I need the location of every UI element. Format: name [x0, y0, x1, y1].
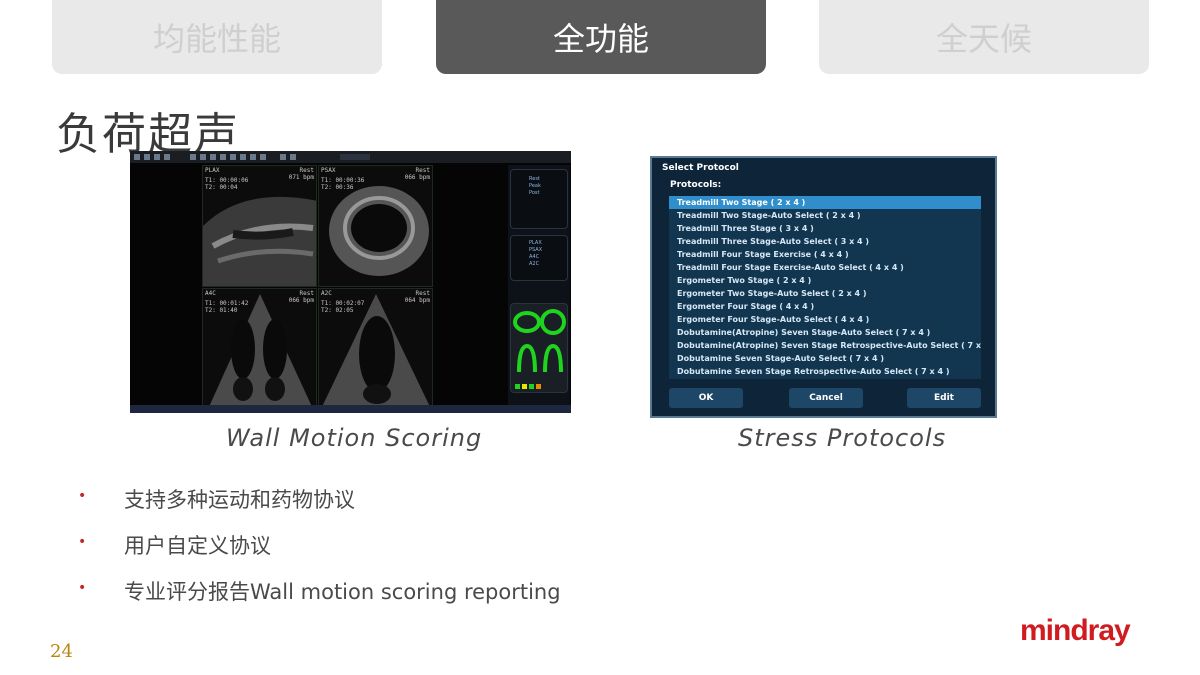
bullet-text: 专业评分报告Wall motion scoring reporting: [124, 580, 561, 604]
list-item: • 专业评分报告Wall motion scoring reporting: [78, 568, 561, 614]
protocol-item[interactable]: Ergometer Four Stage-Auto Select ( 4 x 4…: [669, 313, 981, 326]
view-label: A4C: [205, 290, 216, 297]
echo-pane-plax: PLAX T1: 00:00:06 T2: 00:04 Rest 071 bpm: [202, 165, 317, 287]
protocol-item[interactable]: Treadmill Two Stage ( 2 x 4 ): [669, 196, 981, 209]
bullet-text: 支持多种运动和药物协议: [124, 488, 355, 512]
tab-balanced-performance[interactable]: 均能性能: [52, 0, 382, 74]
stage-item[interactable]: Peak: [511, 183, 567, 190]
view-label: PSAX: [321, 167, 336, 174]
bullet-text: 用户自定义协议: [124, 534, 271, 558]
view-item[interactable]: A2C: [511, 261, 567, 268]
list-item: • 支持多种运动和药物协议: [78, 476, 561, 522]
edit-button[interactable]: Edit: [907, 388, 981, 408]
heart-rate: 066 bpm: [288, 297, 314, 304]
left-caption: Wall Motion Scoring: [226, 424, 483, 452]
ultrasound-toolbar: [130, 151, 571, 163]
ok-button[interactable]: OK: [669, 388, 743, 408]
protocols-label: Protocols:: [670, 180, 722, 190]
bullseye-panel: [510, 303, 568, 393]
heart-rate: 066 bpm: [404, 174, 430, 181]
timer-t2: T2: 00:36: [321, 184, 354, 191]
os-taskbar: [130, 405, 571, 413]
timer-t2: T2: 02:05: [321, 307, 354, 314]
protocol-item[interactable]: Dobutamine(Atropine) Seven Stage Retrosp…: [669, 339, 981, 352]
protocol-item[interactable]: Treadmill Three Stage ( 3 x 4 ): [669, 222, 981, 235]
protocol-item[interactable]: Dobutamine Seven Stage-Auto Select ( 7 x…: [669, 352, 981, 365]
timer-t1: T1: 00:00:36: [321, 177, 365, 184]
timer-t1: T1: 00:02:07: [321, 300, 365, 307]
protocol-item[interactable]: Treadmill Four Stage Exercise ( 4 x 4 ): [669, 248, 981, 261]
tab-label: 全功能: [552, 20, 649, 58]
echo-pane-a4c: A4C T1: 00:01:42 T2: 01:40 Rest 066 bpm: [202, 288, 317, 410]
bullet-icon: •: [78, 534, 87, 550]
heart-rate: 071 bpm: [288, 174, 314, 181]
bullet-icon: •: [78, 488, 87, 504]
stage-item[interactable]: Rest: [511, 176, 567, 183]
view-item[interactable]: PSAX: [511, 247, 567, 254]
bullet-icon: •: [78, 580, 87, 596]
stage-item[interactable]: Post: [511, 190, 567, 197]
wall-motion-screenshot: PLAX T1: 00:00:06 T2: 00:04 Rest 071 bpm…: [130, 151, 571, 413]
protocol-item[interactable]: Treadmill Three Stage-Auto Select ( 3 x …: [669, 235, 981, 248]
mindray-logo: mindray: [1020, 614, 1131, 647]
stage-label: Rest: [299, 290, 314, 297]
protocol-list[interactable]: Treadmill Two Stage ( 2 x 4 ) Treadmill …: [669, 196, 981, 379]
timer-t1: T1: 00:01:42: [205, 300, 249, 307]
wall-motion-side-panel: Rest Peak Post PLAX PSAX A4C A2C: [508, 165, 570, 411]
page-number: 24: [50, 641, 73, 662]
timer-t1: T1: 00:00:06: [205, 177, 249, 184]
tab-label: 全天候: [935, 20, 1032, 58]
heart-rate: 064 bpm: [404, 297, 430, 304]
stage-label: Rest: [415, 290, 430, 297]
stage-panel: Rest Peak Post: [510, 169, 568, 229]
timer-t2: T2: 00:04: [205, 184, 238, 191]
protocol-item[interactable]: Ergometer Four Stage ( 4 x 4 ): [669, 300, 981, 313]
tab-full-function[interactable]: 全功能: [436, 0, 766, 74]
cancel-button[interactable]: Cancel: [789, 388, 863, 408]
view-panel: PLAX PSAX A4C A2C: [510, 235, 568, 281]
feature-list: • 支持多种运动和药物协议 • 用户自定义协议 • 专业评分报告Wall mot…: [78, 476, 561, 614]
view-item[interactable]: PLAX: [511, 240, 567, 247]
protocol-item[interactable]: Ergometer Two Stage-Auto Select ( 2 x 4 …: [669, 287, 981, 300]
protocol-item[interactable]: Treadmill Four Stage Exercise-Auto Selec…: [669, 261, 981, 274]
segment-diagram-icon[interactable]: [511, 304, 569, 394]
dialog-title: Select Protocol: [662, 163, 739, 173]
timer-t2: T2: 01:40: [205, 307, 238, 314]
stage-label: Rest: [415, 167, 430, 174]
view-label: A2C: [321, 290, 332, 297]
right-caption: Stress Protocols: [738, 424, 947, 452]
echo-pane-a2c: A2C T1: 00:02:07 T2: 02:05 Rest 064 bpm: [318, 288, 433, 410]
tab-label: 均能性能: [152, 20, 281, 58]
echo-pane-psax: PSAX T1: 00:00:36 T2: 00:36 Rest 066 bpm: [318, 165, 433, 287]
view-item[interactable]: A4C: [511, 254, 567, 261]
select-protocol-dialog: Select Protocol Protocols: Treadmill Two…: [650, 156, 997, 418]
tab-all-weather[interactable]: 全天候: [819, 0, 1149, 74]
protocol-item[interactable]: Dobutamine Seven Stage Retrospective-Aut…: [669, 365, 981, 378]
protocol-item[interactable]: Dobutamine(Atropine) Seven Stage-Auto Se…: [669, 326, 981, 339]
list-item: • 用户自定义协议: [78, 522, 561, 568]
protocol-item[interactable]: Ergometer Two Stage ( 2 x 4 ): [669, 274, 981, 287]
stage-label: Rest: [299, 167, 314, 174]
protocol-item[interactable]: Treadmill Two Stage-Auto Select ( 2 x 4 …: [669, 209, 981, 222]
view-label: PLAX: [205, 167, 220, 174]
